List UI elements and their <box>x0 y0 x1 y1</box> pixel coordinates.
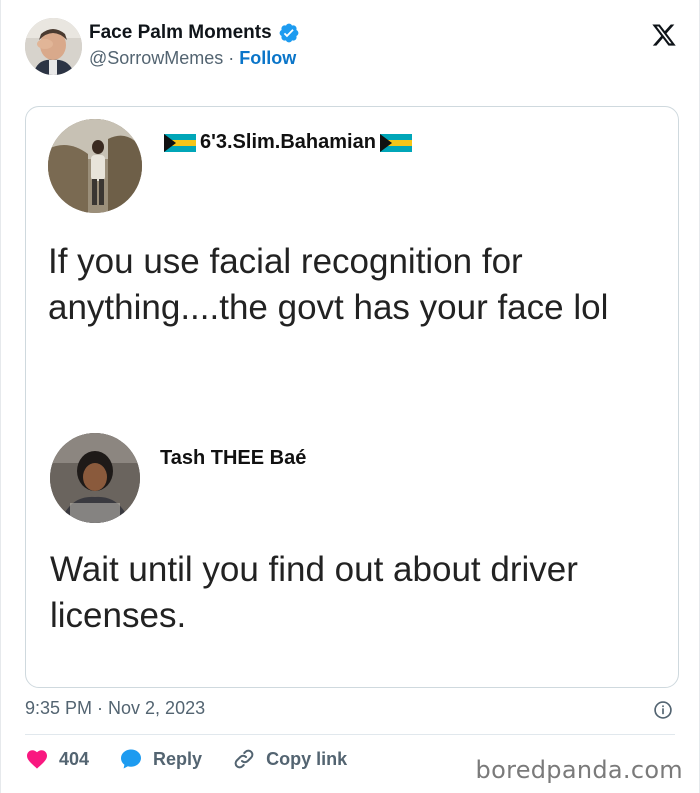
author-name-row: Face Palm Moments <box>89 22 300 44</box>
copy-link-button[interactable]: Copy link <box>232 747 347 771</box>
tweet-actions: 404 Reply Copy link <box>25 744 377 774</box>
x-logo-icon[interactable] <box>651 22 677 48</box>
info-icon[interactable] <box>653 700 673 720</box>
embedded-avatar-1-image <box>48 119 142 213</box>
tweet-header: Face Palm Moments @SorrowMemes · Follow <box>25 18 679 78</box>
bahamas-flag-icon <box>164 133 196 152</box>
copy-link-label: Copy link <box>266 748 348 769</box>
embedded-post-1-text: If you use facial recognition for anythi… <box>48 242 609 327</box>
embedded-avatar-1 <box>48 119 142 213</box>
embedded-username-2: Tash THEE Baé <box>160 447 306 470</box>
author-avatar[interactable] <box>25 18 82 75</box>
embedded-screenshot[interactable]: 6'3.Slim.Bahamian If you use facial reco… <box>25 106 679 688</box>
embedded-post-2-text: Wait until you find out about driver lic… <box>50 550 578 635</box>
reply-button[interactable]: Reply <box>119 747 202 771</box>
embedded-avatar-2-image <box>50 433 140 523</box>
author-avatar-image <box>25 18 82 75</box>
embedded-avatar-2 <box>50 433 140 523</box>
divider <box>25 734 675 735</box>
follow-button[interactable]: Follow <box>239 48 296 69</box>
like-count: 404 <box>59 748 90 769</box>
watermark: boredpanda.com <box>475 756 683 784</box>
tweet-card: Face Palm Moments @SorrowMemes · Follow <box>0 0 700 793</box>
verified-badge-icon <box>279 23 299 43</box>
handle-separator: · <box>228 48 235 68</box>
bahamas-flag-icon <box>379 133 412 152</box>
tweet-timestamp[interactable]: 9:35 PM · Nov 2, 2023 <box>25 698 205 719</box>
reply-label: Reply <box>153 748 203 769</box>
handle-row: @SorrowMemes · Follow <box>89 48 296 69</box>
embedded-username-2-text: Tash THEE Baé <box>160 447 307 469</box>
link-icon <box>234 749 254 769</box>
heart-icon <box>27 750 47 769</box>
speech-bubble-icon <box>121 749 142 769</box>
author-name[interactable]: Face Palm Moments <box>89 22 272 44</box>
like-button[interactable]: 404 <box>25 747 89 771</box>
embedded-username-1: 6'3.Slim.Bahamian <box>164 131 412 154</box>
author-handle[interactable]: @SorrowMemes <box>89 48 223 69</box>
embedded-username-1-text: 6'3.Slim.Bahamian <box>200 131 376 153</box>
